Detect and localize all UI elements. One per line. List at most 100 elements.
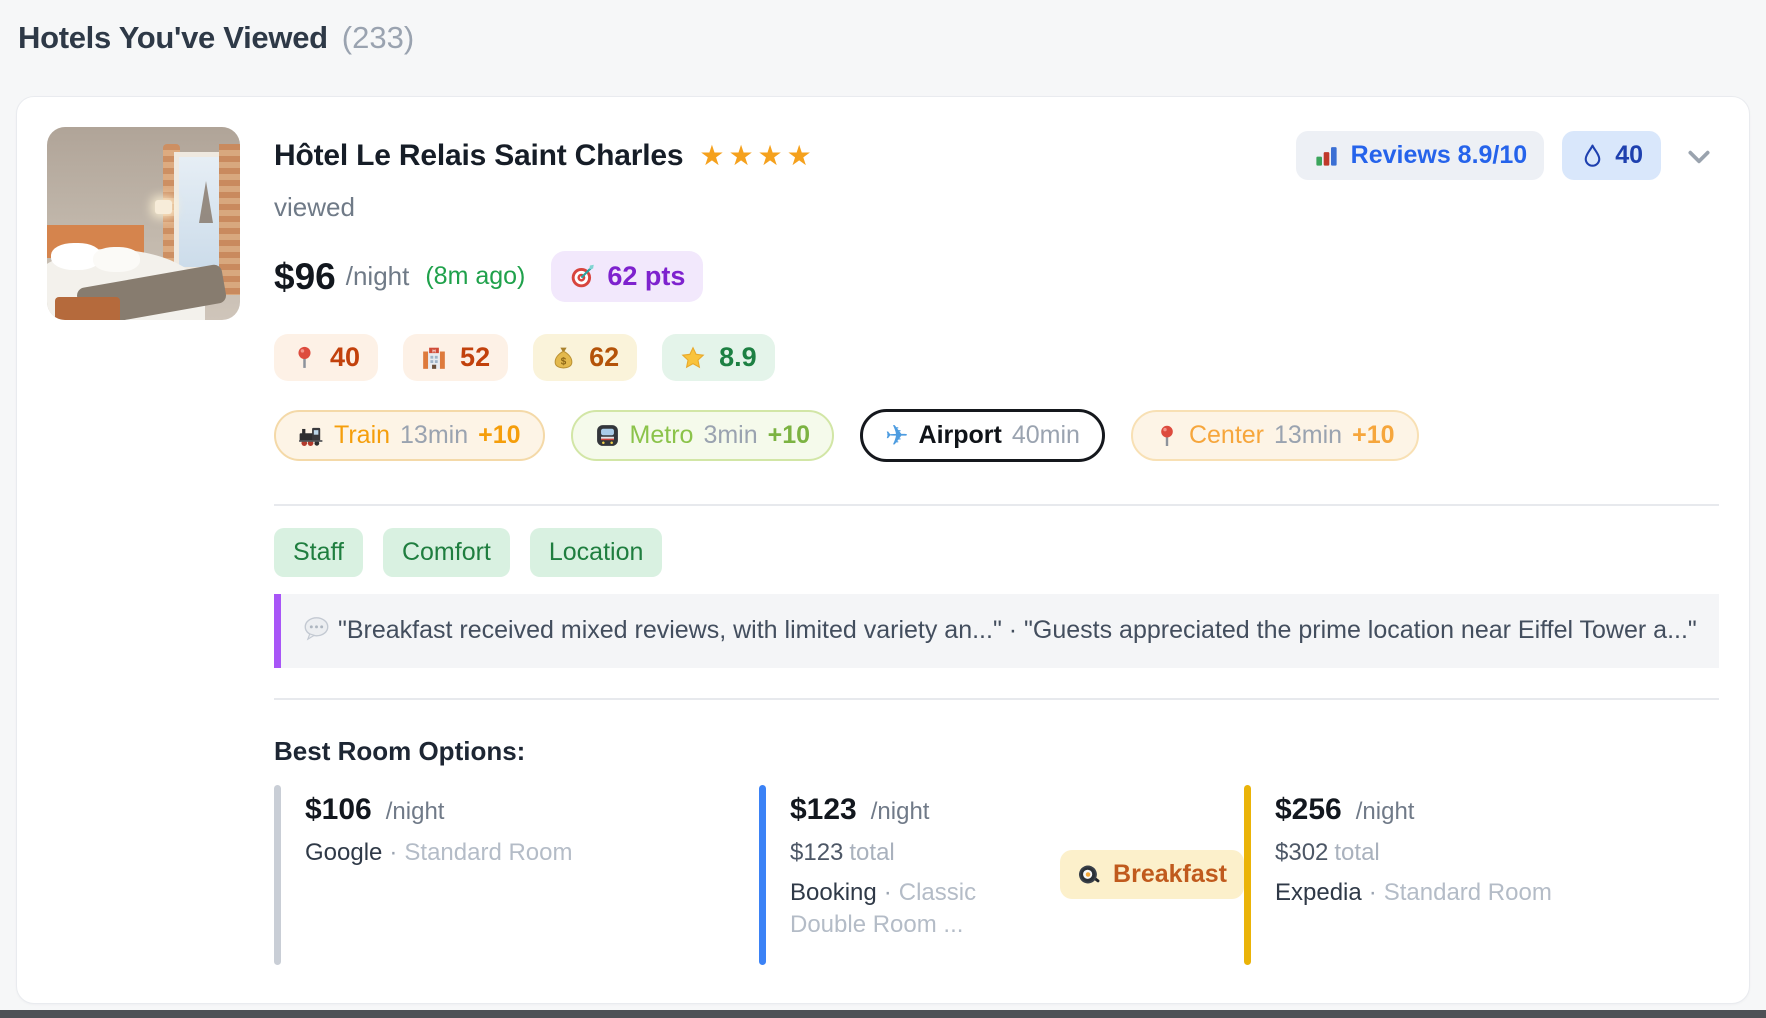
chip-label: Train <box>334 421 390 450</box>
divider <box>274 504 1719 506</box>
bar-chart-icon <box>1313 142 1340 169</box>
room-accent-bar <box>759 785 766 965</box>
separator: · <box>389 839 397 866</box>
train-icon <box>298 423 324 449</box>
room-accent-bar <box>1244 785 1251 965</box>
quote-accent-bar <box>274 594 281 668</box>
hotel-card: Hôtel Le Relais Saint Charles ★★★★ Revie… <box>16 96 1750 1004</box>
price-per-night: $96 <box>274 256 336 298</box>
metro-chip: Metro 3min +10 <box>571 410 835 461</box>
speech-balloon-icon <box>303 615 330 642</box>
room-option: $123 /night $123total Booking·Classic Do… <box>759 785 1244 965</box>
review-tag: Comfort <box>383 528 510 577</box>
room-total: $302 <box>1275 839 1328 866</box>
room-price-unit: /night <box>871 798 930 826</box>
divider <box>274 698 1719 700</box>
value-score-badge: $ 62 <box>533 334 637 381</box>
chip-bonus: +10 <box>1352 421 1394 450</box>
separator: · <box>1369 879 1377 906</box>
room-total: $123 <box>790 839 843 866</box>
chip-bonus: +10 <box>768 421 810 450</box>
airport-chip: ✈ Airport 40min <box>860 409 1105 462</box>
chip-label: Metro <box>630 421 694 450</box>
chip-time: 3min <box>703 421 757 450</box>
room-price-unit: /night <box>386 798 445 826</box>
guest-quote-text: "Breakfast received mixed reviews, with … <box>281 594 1719 668</box>
separator: · <box>884 879 892 906</box>
drop-pin-icon <box>1580 143 1605 168</box>
room-vendor: Google <box>305 839 382 866</box>
window-bottom-edge <box>0 1010 1766 1018</box>
chip-time: 13min <box>400 421 468 450</box>
room-option: $106 /night Google · Standard Room <box>274 785 759 965</box>
transit-chips-row: Train 13min +10 Metro 3min +10 ✈ Airport… <box>274 409 1719 462</box>
train-chip: Train 13min +10 <box>274 410 545 461</box>
room-price: $123 <box>790 793 857 827</box>
room-accent-bar <box>274 785 281 965</box>
review-tags-row: Staff Comfort Location <box>274 528 1719 577</box>
quote-string: "Breakfast received mixed reviews, with … <box>338 616 1697 644</box>
svg-text:H: H <box>432 348 436 354</box>
breakfast-badge: Breakfast <box>1060 850 1244 899</box>
pushpin-icon <box>1155 424 1179 448</box>
hotel-name: Hôtel Le Relais Saint Charles <box>274 139 683 173</box>
score-value: 62 <box>589 342 619 373</box>
location-score-badge: 40 <box>274 334 378 381</box>
room-price: $256 <box>1275 793 1342 827</box>
photo-curtain <box>219 144 240 295</box>
page-count: (233) <box>342 20 414 56</box>
room-vendor-line: Booking·Classic Double Room ... <box>790 877 1004 942</box>
chevron-down-icon <box>1683 140 1715 172</box>
room-name: Standard Room <box>404 839 572 866</box>
room-total-label: total <box>849 839 894 866</box>
map-pin-count-badge[interactable]: 40 <box>1562 131 1661 180</box>
score-value: 8.9 <box>719 342 757 373</box>
price-updated-ago: (8m ago) <box>425 262 525 291</box>
room-option: $256 /night $302total Expedia · Standard R… <box>1244 785 1552 965</box>
score-badges-row: 40 H 52 $ 62 <box>274 334 1719 381</box>
photo-pillow <box>93 247 139 272</box>
guest-quote-box: "Breakfast received mixed reviews, with … <box>274 594 1719 668</box>
rating-score-badge: 8.9 <box>662 334 775 381</box>
page-title: Hotels You've Viewed <box>18 20 328 56</box>
price-row: $96 /night (8m ago) 62 pts <box>274 251 1719 302</box>
target-icon <box>569 263 596 290</box>
hotel-icon: H <box>421 345 447 371</box>
photo-eiffel-tower <box>199 181 213 223</box>
points-badge-label: 62 pts <box>607 261 685 292</box>
score-value: 40 <box>330 342 360 373</box>
room-price-unit: /night <box>1356 798 1415 826</box>
reviews-badge[interactable]: Reviews 8.9/10 <box>1296 131 1545 180</box>
svg-text:$: $ <box>561 357 567 368</box>
frying-pan-icon <box>1077 862 1102 887</box>
hotel-score-badge: H 52 <box>403 334 508 381</box>
room-vendor: Expedia <box>1275 879 1362 906</box>
room-price: $106 <box>305 793 372 827</box>
photo-lamp <box>155 200 172 214</box>
chip-label: Center <box>1189 421 1264 450</box>
review-tag: Staff <box>274 528 363 577</box>
room-name: Standard Room <box>1384 879 1552 906</box>
reviews-badge-label: Reviews 8.9/10 <box>1351 141 1528 170</box>
chip-time: 40min <box>1012 421 1080 450</box>
expand-button[interactable] <box>1679 136 1719 176</box>
room-total-label: total <box>1334 839 1379 866</box>
pushpin-icon <box>292 345 317 370</box>
chip-label: Airport <box>919 421 1002 450</box>
star-rating: ★★★★ <box>699 139 815 172</box>
metro-icon <box>595 423 620 448</box>
page-header: Hotels You've Viewed (233) <box>0 0 1766 56</box>
center-chip: Center 13min +10 <box>1131 410 1419 461</box>
star-icon <box>680 345 706 371</box>
hotel-photo[interactable] <box>47 127 240 320</box>
room-vendor-line: Google · Standard Room <box>305 837 572 869</box>
review-tag: Location <box>530 528 663 577</box>
viewed-status: viewed <box>274 192 1719 223</box>
score-value: 52 <box>460 342 490 373</box>
chip-time: 13min <box>1274 421 1342 450</box>
room-total-line: $302total <box>1275 839 1552 867</box>
points-badge: 62 pts <box>551 251 703 302</box>
pin-badge-value: 40 <box>1615 141 1643 170</box>
airplane-icon: ✈ <box>885 422 908 450</box>
chip-bonus: +10 <box>478 421 520 450</box>
